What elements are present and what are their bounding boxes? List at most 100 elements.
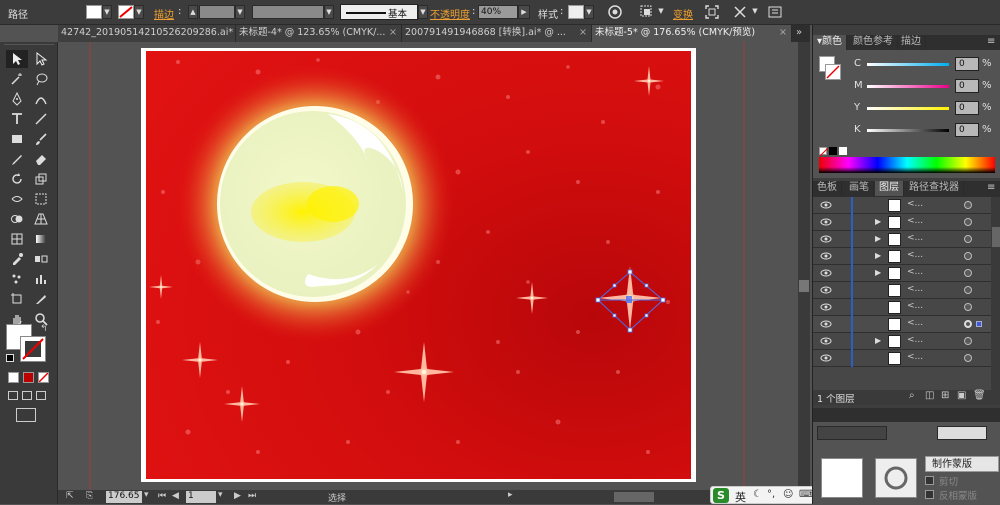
eye-icon[interactable] [820,285,832,295]
yellow-slider[interactable] [867,107,949,110]
last-artboard-icon[interactable]: ⏭ [248,491,256,501]
pen-tool[interactable] [6,90,28,108]
column-graph-tool[interactable] [30,270,52,288]
layer-row[interactable]: <... [813,299,991,316]
eye-icon[interactable] [820,217,832,227]
expand-arrow-icon[interactable]: ▶ [875,234,881,243]
layer-row[interactable]: <... [813,282,991,299]
isolate-icon[interactable] [705,5,719,19]
magic-wand-tool[interactable] [6,70,28,88]
default-colors-icon[interactable] [6,354,14,362]
white-swatch[interactable] [839,147,847,155]
zoom-field[interactable]: 176.65 [106,491,142,503]
eyedropper-tool[interactable] [6,250,28,268]
arrange-dropdown[interactable]: ▼ [750,5,760,19]
gradient-tool[interactable] [30,230,52,248]
none-swatch[interactable] [819,147,829,157]
panel-menu-icon[interactable]: ≡ [987,182,995,193]
tab-color[interactable]: ▾颜色 [813,35,848,50]
black-slider[interactable] [867,129,949,132]
stroke-color-box[interactable] [825,64,841,80]
locate-object-icon[interactable]: ⌕ [909,390,915,401]
doc-tab[interactable]: 200791491946868 [转换].ai* @ ... × [402,25,592,42]
screen-mode-button[interactable] [16,408,36,422]
rotate-tool[interactable] [6,170,28,188]
expand-arrow-icon[interactable]: ▶ [875,336,881,345]
type-tool[interactable] [6,110,28,128]
mesh-tool[interactable] [6,230,28,248]
variable-width-profile[interactable] [252,5,324,19]
none-mode-button[interactable] [38,372,49,383]
profile-dropdown[interactable]: ▼ [324,5,334,19]
scale-tool[interactable] [30,170,52,188]
lasso-tool[interactable] [30,70,52,88]
eye-icon[interactable] [820,302,832,312]
stroke-weight-field[interactable] [199,5,235,19]
eye-icon[interactable] [820,268,832,278]
eraser-tool[interactable] [30,150,52,168]
artboard-nav-icon[interactable]: ⇱ [66,491,74,501]
eye-icon[interactable] [820,251,832,261]
curvature-tool[interactable] [30,90,52,108]
rectangle-tool[interactable] [6,130,28,148]
target-icon[interactable] [964,320,972,328]
selection-indicator[interactable] [976,321,982,327]
tab-stroke[interactable]: 描边 [897,35,926,50]
paintbrush-tool[interactable] [30,130,52,148]
status-menu-arrow[interactable]: ▸ [508,490,513,500]
black-swatch[interactable] [829,147,837,155]
target-icon[interactable] [964,354,972,362]
make-mask-button[interactable]: 制作蒙版 [925,456,999,472]
doc-tab[interactable]: 未标题-4* @ 123.65% (CMYK/... × [236,25,402,42]
object-thumbnail[interactable] [821,458,863,498]
shape-builder-tool[interactable] [6,210,28,228]
blend-mode-select[interactable] [817,426,887,440]
vertical-scrollbar[interactable] [798,42,810,490]
opacity-dropdown[interactable]: ▶ [518,5,530,19]
fill-swatch[interactable] [86,5,102,19]
direct-selection-tool[interactable] [30,50,52,68]
target-icon[interactable] [964,218,972,226]
doc-tab[interactable]: 42742_20190514210526209286.ai* [58,25,236,42]
new-layer-icon[interactable]: ▣ [957,390,966,401]
eye-icon[interactable] [820,200,832,210]
cyan-value[interactable]: 0 [955,57,979,71]
tab-brushes[interactable]: 画笔 [845,181,874,196]
next-artboard-icon[interactable]: ▶ [234,491,241,501]
stroke-label[interactable]: 描边 [154,6,174,21]
target-icon[interactable] [964,201,972,209]
selection-tool[interactable] [6,50,28,68]
recolor-artwork-icon[interactable] [608,5,622,19]
clipping-mask-icon[interactable]: ◫ [925,390,934,401]
zoom-dropdown[interactable]: ▾ [144,490,149,500]
tab-pathfinder[interactable]: 路径查找器 [905,181,964,196]
tab-color-guide[interactable]: 颜色参考 [849,35,898,50]
black-value[interactable]: 0 [955,123,979,137]
free-transform-tool[interactable] [30,190,52,208]
stroke-weight-dropdown[interactable]: ▼ [235,5,245,19]
swap-fill-stroke-icon[interactable]: ↰ [40,324,48,334]
color-mode-button[interactable] [8,372,19,383]
export-icon[interactable]: ⎘ [86,491,93,501]
close-tab-icon[interactable]: × [579,25,587,41]
opacity-field[interactable]: 40% [478,5,518,19]
target-icon[interactable] [964,337,972,345]
draw-mode-buttons[interactable] [8,391,48,401]
color-spectrum[interactable] [819,157,995,173]
align-icon[interactable] [640,5,656,19]
clip-checkbox[interactable] [925,476,934,485]
tab-overflow-icon[interactable]: » [796,27,802,38]
pencil-tool[interactable] [6,150,28,168]
expand-arrow-icon[interactable]: ▶ [875,268,881,277]
panel-menu-icon[interactable]: ≡ [987,36,995,47]
page-field[interactable]: 1 [186,491,216,503]
stroke-swatch[interactable] [118,5,134,19]
arrange-icon[interactable] [733,5,749,19]
target-icon[interactable] [964,303,972,311]
perspective-grid-tool[interactable] [30,210,52,228]
brush-definition-field[interactable]: 基本 [340,4,418,20]
width-tool[interactable] [6,190,28,208]
panel-menu-icon[interactable] [768,5,784,19]
page-dropdown[interactable]: ▾ [218,490,223,500]
close-tab-icon[interactable]: × [389,25,397,41]
